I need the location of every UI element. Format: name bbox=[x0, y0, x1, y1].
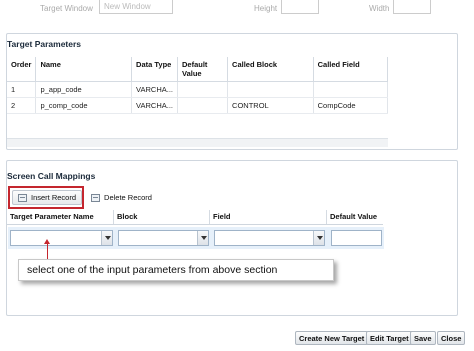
target-window-label: Target Window bbox=[40, 4, 93, 13]
height-input[interactable] bbox=[281, 0, 319, 14]
screen-call-mappings-title: Screen Call Mappings bbox=[7, 171, 96, 181]
cell-called-field: CompCode bbox=[313, 97, 389, 114]
cell-default-value bbox=[177, 97, 229, 114]
width-label: Width bbox=[369, 4, 390, 13]
chevron-down-icon[interactable] bbox=[101, 231, 112, 245]
cell-data-type: VARCHA... bbox=[131, 97, 178, 114]
delete-record-label: Delete Record bbox=[104, 193, 152, 202]
cell-called-block bbox=[227, 81, 314, 98]
table-row[interactable]: 1 p_app_code VARCHA... bbox=[7, 81, 389, 98]
header-divider bbox=[7, 224, 383, 225]
col-default-value[interactable]: Default Value bbox=[177, 57, 229, 82]
target-parameters-table: Order Name Data Type Default Value Calle… bbox=[7, 57, 389, 114]
col-field[interactable]: Field bbox=[210, 210, 327, 224]
col-name[interactable]: Name bbox=[35, 57, 133, 82]
target-parameter-name-select[interactable] bbox=[10, 230, 113, 246]
col-target-parameter-name[interactable]: Target Parameter Name bbox=[7, 210, 114, 224]
close-button[interactable]: Close bbox=[437, 331, 466, 345]
cell-name: p_app_code bbox=[35, 81, 133, 98]
insert-record-highlight bbox=[8, 186, 84, 209]
block-select[interactable] bbox=[118, 230, 209, 246]
horizontal-scrollbar[interactable] bbox=[7, 138, 388, 147]
col-mapping-default-value[interactable]: Default Value bbox=[327, 210, 383, 224]
instruction-callout: select one of the input parameters from … bbox=[18, 259, 334, 281]
chevron-down-icon[interactable] bbox=[313, 231, 324, 245]
target-parameters-title: Target Parameters bbox=[7, 39, 82, 49]
table-row[interactable]: 2 p_comp_code VARCHA... CONTROL CompCode bbox=[7, 97, 389, 114]
col-block[interactable]: Block bbox=[114, 210, 210, 224]
col-order[interactable]: Order bbox=[7, 57, 37, 82]
col-called-field[interactable]: Called Field bbox=[313, 57, 389, 82]
col-data-type[interactable]: Data Type bbox=[131, 57, 178, 82]
cell-called-field bbox=[313, 81, 389, 98]
cell-default-value bbox=[177, 81, 229, 98]
height-label: Height bbox=[254, 4, 278, 13]
target-window-row: Target Window New Window Height Width bbox=[0, 0, 474, 18]
field-select[interactable] bbox=[214, 230, 325, 246]
delete-record-button[interactable]: Delete Record bbox=[86, 190, 157, 205]
default-value-input[interactable] bbox=[331, 230, 382, 246]
create-new-target-button[interactable]: Create New Target bbox=[295, 331, 369, 345]
col-called-block[interactable]: Called Block bbox=[227, 57, 314, 82]
width-input[interactable] bbox=[393, 0, 431, 14]
delete-record-icon bbox=[91, 193, 101, 202]
cell-called-block: CONTROL bbox=[227, 97, 314, 114]
chevron-down-icon[interactable] bbox=[197, 231, 208, 245]
save-button[interactable]: Save bbox=[410, 331, 436, 345]
pointer-line bbox=[47, 242, 48, 259]
edit-target-button[interactable]: Edit Target bbox=[366, 331, 413, 345]
cell-data-type: VARCHA... bbox=[131, 81, 178, 98]
cell-order: 1 bbox=[7, 81, 37, 98]
target-window-select[interactable]: New Window bbox=[99, 0, 173, 14]
cell-order: 2 bbox=[7, 97, 37, 114]
cell-name: p_comp_code bbox=[35, 97, 133, 114]
